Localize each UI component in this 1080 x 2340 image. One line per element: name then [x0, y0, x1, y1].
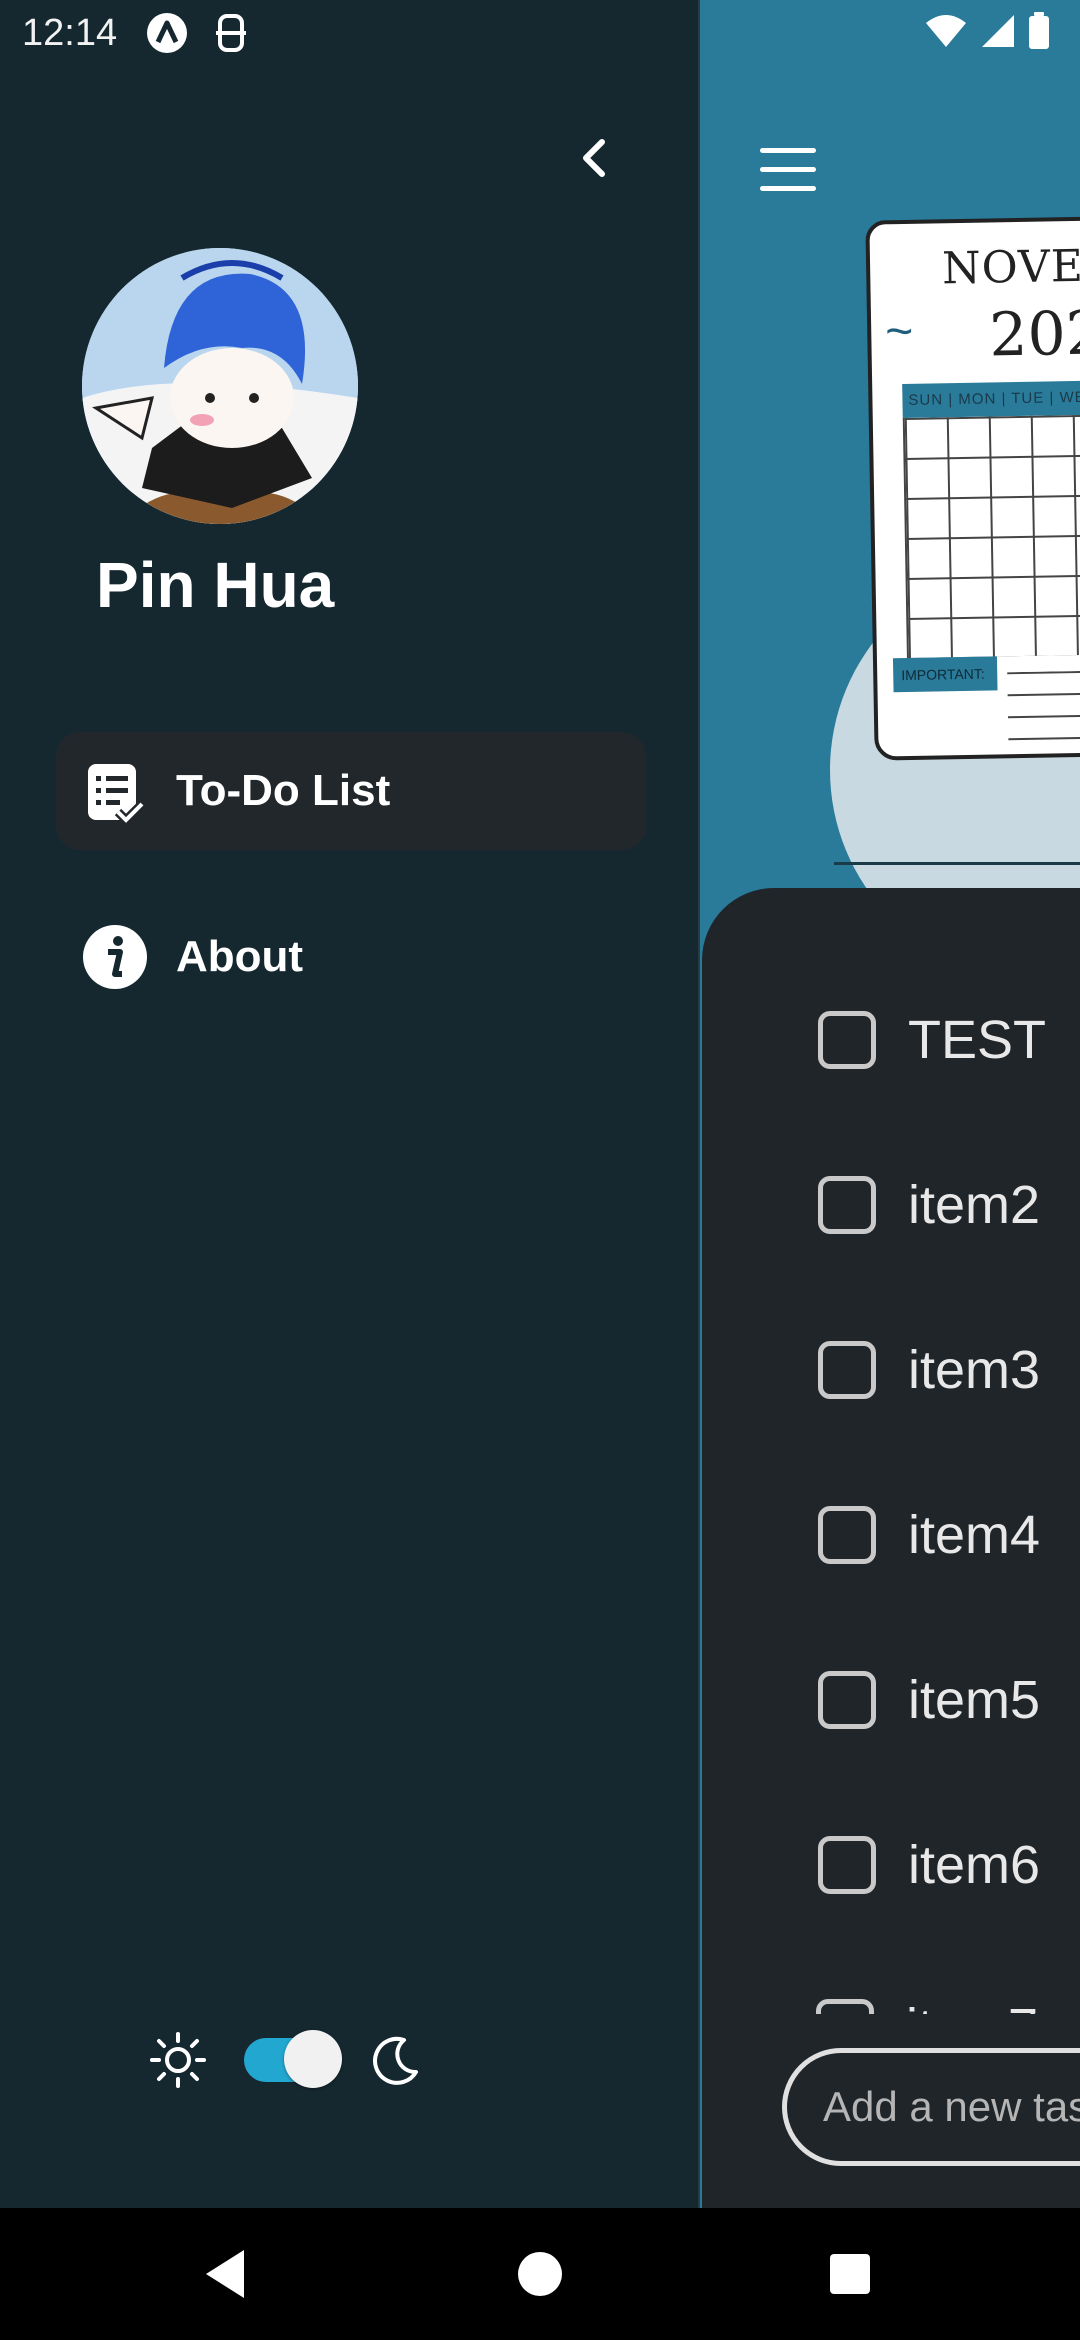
info-icon [83, 925, 147, 989]
recents-square-icon[interactable] [826, 2244, 874, 2304]
moon-icon [373, 2036, 418, 2085]
task-label: item3 [908, 1340, 1041, 1400]
task-label: item4 [908, 1505, 1041, 1565]
swirl-decoration-icon: ~ [884, 304, 914, 359]
sun-icon [150, 2032, 206, 2088]
back-triangle-icon[interactable] [200, 2244, 250, 2304]
header-divider [834, 862, 1080, 865]
calendar-year: 2021 [988, 297, 1080, 371]
task-checkbox[interactable] [818, 1341, 876, 1399]
user-name: Pin Hua [96, 549, 335, 621]
task-label: TEST [908, 1010, 1047, 1070]
task-checkbox[interactable] [818, 1176, 876, 1234]
cellular-signal-icon [982, 15, 1014, 47]
calendar-grid [902, 413, 1080, 658]
home-circle-icon[interactable] [516, 2244, 564, 2304]
task-item[interactable]: item3 [818, 1340, 1040, 1400]
calendar-month: NOVEMBER [941, 238, 1080, 295]
task-item[interactable]: item6 [818, 1835, 1040, 1895]
status-time: 12:14 [22, 12, 118, 54]
task-label: item2 [908, 1175, 1041, 1235]
task-list-clip: item7 [700, 1970, 1080, 2014]
task-label: item6 [908, 1835, 1041, 1895]
screenshot-icon [216, 14, 246, 52]
system-navigation-bar [0, 2208, 1080, 2340]
add-task-input[interactable]: Add a new task [782, 2048, 1080, 2166]
status-bar-right [924, 12, 1050, 50]
nav-item-label: To-Do List [176, 766, 391, 815]
checklist-icon [88, 764, 146, 824]
task-item[interactable]: TEST [818, 1010, 1046, 1070]
calendar-illustration: NOVEMBER ~ 2021 SUN | MON | TUE | WED | … [865, 215, 1080, 761]
task-item[interactable]: item2 [818, 1175, 1040, 1235]
task-label: item5 [908, 1670, 1041, 1730]
chevron-left-icon[interactable] [578, 138, 608, 178]
task-checkbox[interactable] [818, 1836, 876, 1894]
hamburger-menu-icon[interactable] [760, 148, 818, 192]
toggle-knob [284, 2030, 342, 2088]
theme-toggle-row [148, 2030, 422, 2090]
dark-mode-toggle[interactable] [244, 2030, 342, 2088]
navigation-drawer: 12:14 Pin Hua To-Do List About [0, 0, 700, 2208]
task-label: item7 [906, 1997, 1038, 2014]
nav-item-todo-list[interactable]: To-Do List [56, 732, 646, 850]
task-checkbox[interactable] [816, 1999, 874, 2014]
task-checkbox[interactable] [818, 1011, 876, 1069]
app-notification-icon [147, 13, 187, 53]
todo-app-screen: NOVEMBER ~ 2021 SUN | MON | TUE | WED | … [700, 0, 1080, 2208]
nav-item-label: About [176, 932, 304, 981]
calendar-weekday-header: SUN | MON | TUE | WED | THU [902, 379, 1080, 419]
task-item[interactable]: item4 [818, 1505, 1040, 1565]
avatar[interactable] [82, 248, 358, 524]
wifi-icon [926, 15, 966, 47]
task-checkbox[interactable] [818, 1506, 876, 1564]
nav-item-about[interactable]: About [56, 898, 646, 1016]
task-item[interactable]: item7 [816, 1998, 1038, 2014]
task-item[interactable]: item5 [818, 1670, 1040, 1730]
task-checkbox[interactable] [818, 1671, 876, 1729]
calendar-important-label: IMPORTANT: [892, 656, 998, 693]
battery-icon [1029, 12, 1049, 49]
calendar-note-lines [1007, 669, 1080, 743]
